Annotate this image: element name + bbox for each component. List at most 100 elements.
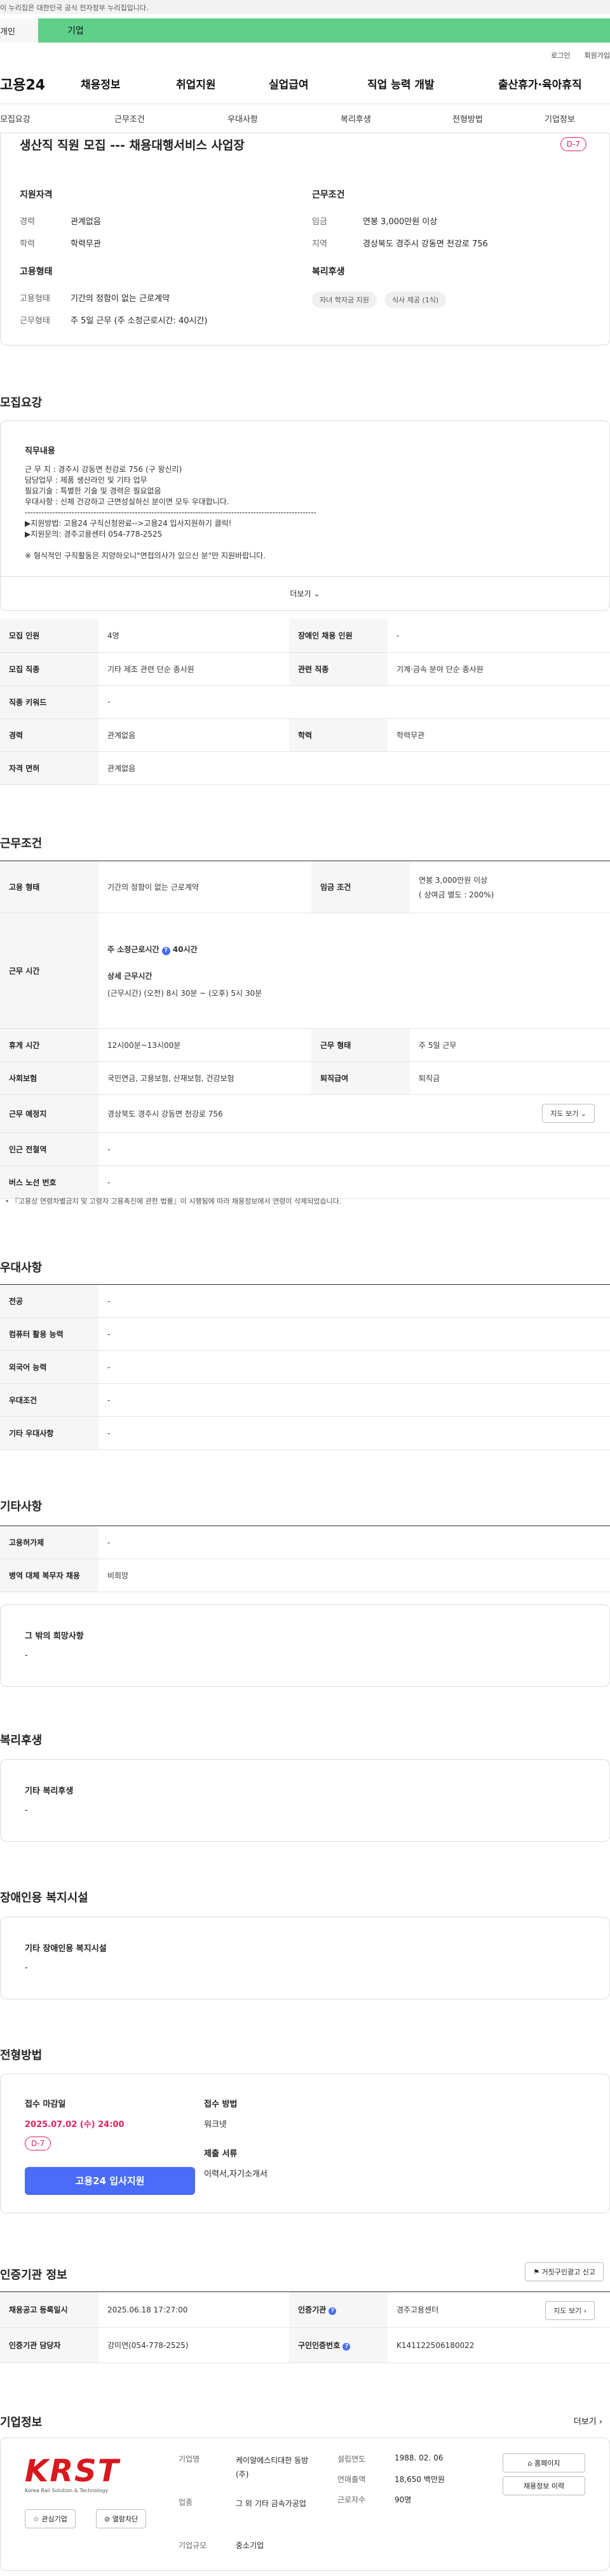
report-button[interactable]: ⚑ 거짓구인광고 신고	[525, 2262, 604, 2281]
work-table: 고용 형태 기간의 정함이 없는 근로계약 임금 조건 연봉 3,000만원 이…	[0, 861, 610, 1199]
block-button[interactable]: ⊘ 열람차단	[96, 2509, 147, 2528]
job-title: 생산직 직원 모집 --- 채용대행서비스 사업장	[20, 138, 245, 152]
more-button[interactable]: 더보기 ⌄	[1, 576, 609, 610]
block-icon: ⊘	[104, 2515, 111, 2523]
map-button[interactable]: 지도 보기 ›	[545, 2301, 595, 2320]
cell-header: 경력	[0, 718, 98, 752]
method-label: 접수 방법	[204, 2100, 238, 2109]
company-section-title: 기업정보	[0, 2416, 43, 2429]
company-logo: KRST Korea Rail Solution & Technology	[25, 2455, 119, 2493]
cell-header: 전공	[0, 1284, 98, 1318]
location-label: 지역	[312, 239, 327, 249]
company-logo-sub: Korea Rail Solution & Technology	[25, 2488, 109, 2493]
cell-header: 관련 직종	[289, 652, 388, 686]
cell-header: 인근 전철역	[0, 1132, 98, 1166]
favorite-button[interactable]: ☆ 관심기업	[25, 2509, 76, 2528]
login-link[interactable]: 로그인	[551, 50, 570, 60]
job-summary-card: 생산직 직원 모집 --- 채용대행서비스 사업장 D-7 지원자격 경력 관계없…	[0, 133, 610, 345]
company-more-label: 더보기	[573, 2417, 597, 2427]
gnb-employment-support[interactable]: 취업지원	[176, 76, 269, 91]
deadline-label: 접수 마감일	[25, 2100, 66, 2109]
tab-welfare[interactable]: 복리후생	[341, 112, 452, 124]
cell-value: -	[388, 619, 610, 653]
table-row: 병역 대체 복무자 채용 비희망	[0, 1559, 610, 1592]
cell-header: 직종 키워드	[0, 685, 98, 719]
cell-value: 학력무관	[388, 718, 610, 752]
gnb-training[interactable]: 직업 능력 개발	[367, 76, 498, 91]
tab-pref[interactable]: 우대사항	[227, 112, 341, 124]
welfare-chip: 자녀 학자금 지원	[312, 292, 377, 308]
cell-header: 컴퓨터 활용 능력	[0, 1317, 98, 1351]
employment-block: 고용형태 고용형태 기간의 정함이 없는 근로계약 근무형태 주 5일 근무 (주 …	[20, 265, 287, 336]
cell-value: -	[98, 1526, 610, 1559]
site-logo[interactable]: 고용24	[0, 74, 81, 94]
location-value: 경상북도 경주시 강동면 천강로 756	[363, 239, 488, 249]
cell-value: 비희망	[98, 1559, 610, 1592]
cell-header: 구인인증번호 ?	[289, 2327, 388, 2363]
section-tabs: 모집요강 근무조건 우대사항 복리후생 전형방법 기업정보	[0, 104, 610, 133]
signup-link[interactable]: 회원가입	[585, 50, 610, 60]
info-icon[interactable]: ?	[329, 2307, 337, 2315]
company-card: KRST Korea Rail Solution & Technology ☆ …	[0, 2438, 610, 2571]
apply-button[interactable]: 고용24 입사지원	[25, 2167, 195, 2195]
gnb-unemployment[interactable]: 실업급여	[269, 76, 367, 91]
table-row: 인근 전철역 -	[0, 1132, 610, 1166]
industry-value: 그 외 기타 금속가공업	[236, 2499, 306, 2508]
info-icon[interactable]: ?	[342, 2343, 351, 2351]
tab-company[interactable]: 기업	[38, 18, 610, 43]
qual-title: 지원자격	[20, 190, 53, 200]
table-row: 휴게 시간 12시00분~13시00분 근무 형태 주 5일 근무	[0, 1028, 610, 1062]
tab-process[interactable]: 전형방법	[452, 112, 545, 124]
apply-button-label: 고용24 입사지원	[75, 2175, 145, 2187]
tab-recruit[interactable]: 모집요강	[0, 112, 114, 124]
emp-title: 고용형태	[20, 267, 53, 277]
cell-header: 학력	[289, 718, 388, 752]
chevron-down-icon: ⌄	[580, 1110, 586, 1118]
gov-banner: 이 누리집은 대한민국 공식 전자정부 누리집입니다.	[0, 0, 610, 14]
map-button-label: 지도 보기	[550, 1110, 579, 1118]
cell-header: 모집 인원	[0, 619, 98, 653]
job-history-button[interactable]: 채용정보 이력	[503, 2476, 585, 2495]
company-more-link[interactable]: 더보기 ›	[574, 2415, 602, 2427]
dday-badge: D-7	[25, 2137, 51, 2150]
table-row: 우대조건 -	[0, 1383, 610, 1417]
table-row: 채용공고 등록일시 2025.06.18 17:27:00 인증기관 ? 경주고…	[0, 2291, 610, 2328]
disab-sub: 기타 장애인용 복지시설	[25, 1944, 107, 1954]
cell-header: 사회보험	[0, 1061, 98, 1095]
map-button[interactable]: 지도 보기 ⌄	[542, 1104, 595, 1123]
company-name-value: 케이알에스티대한 동방(주)	[236, 2456, 309, 2479]
cell-header: 근무 예정지	[0, 1094, 98, 1133]
wage-label: 임금	[312, 217, 327, 227]
cell-value: 퇴직금	[410, 1061, 610, 1095]
info-icon[interactable]: ?	[161, 946, 170, 955]
homepage-button[interactable]: ⌂ 홈페이지	[503, 2453, 585, 2472]
gnb-jobs[interactable]: 채용정보	[81, 76, 176, 91]
dday-badge: D-7	[560, 137, 586, 151]
tab-work[interactable]: 근무조건	[114, 112, 227, 124]
chevron-right-icon: ›	[583, 2307, 586, 2315]
welfare-title: 복리후생	[312, 267, 345, 277]
welfare-value: -	[25, 1806, 28, 1815]
global-nav: 고용24 채용정보 취업지원 실업급여 직업 능력 개발 출산휴가·육아휴직	[0, 64, 610, 104]
cell-header: 자격 면허	[0, 751, 98, 785]
deadline-value: 2025.07.02 (수) 24:00	[25, 2120, 125, 2130]
tab-personal[interactable]: 개인	[0, 18, 38, 43]
more-label: 더보기	[290, 589, 311, 598]
cell-value: 기타 제조 관련 단순 종사원	[98, 652, 289, 686]
process-section-title: 전형방법	[0, 2049, 43, 2062]
cell-value: -	[98, 1383, 610, 1417]
cell-header: 기타 우대사항	[0, 1416, 98, 1450]
age-note: • 『고용상 연령차별금지 및 고령자 고용촉진에 관한 법률』이 시행됨에 따…	[5, 1197, 342, 1205]
gnb-leave[interactable]: 출산휴가·육아휴직	[498, 76, 587, 91]
work-form-label: 근무형태	[20, 316, 50, 326]
employees-label: 근로자수	[337, 2495, 366, 2504]
home-icon: ⌂	[527, 2459, 532, 2467]
cell-header: 모집 직종	[0, 652, 98, 686]
cell-header: 근무 형태	[311, 1028, 410, 1062]
flag-icon: ⚑	[533, 2268, 540, 2276]
cell-header: 외국어 능력	[0, 1350, 98, 1384]
tab-company[interactable]: 기업정보	[545, 112, 575, 124]
star-icon: ☆	[33, 2515, 39, 2523]
duty-line: 우대사항 : 신체 건강하고 근면성실하신 분이면 모두 우대합니다.	[25, 497, 229, 506]
member-type-bar: 개인 기업	[0, 14, 610, 47]
